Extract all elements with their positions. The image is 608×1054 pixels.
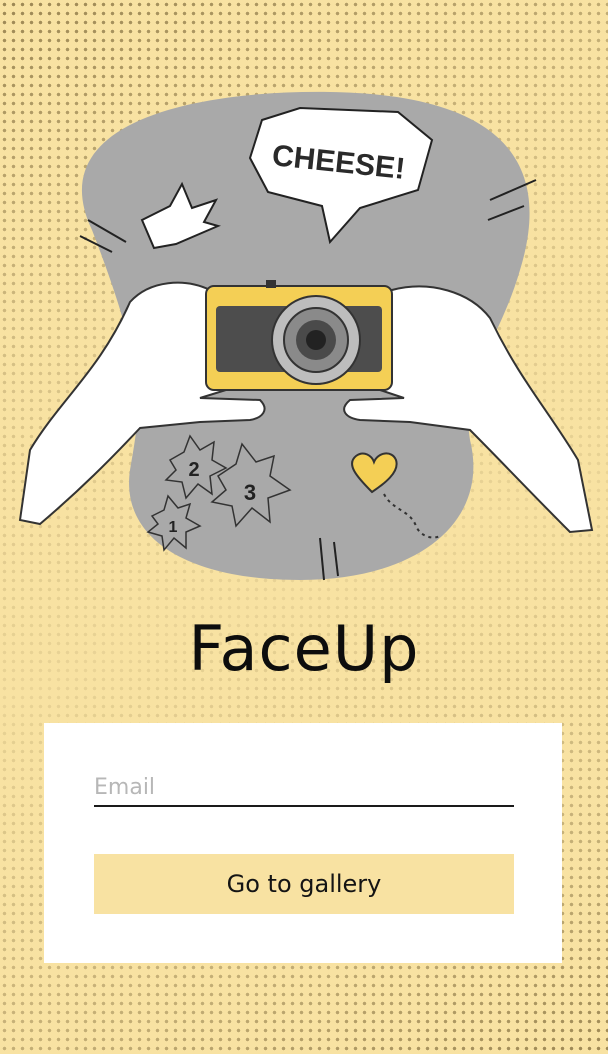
svg-text:1: 1: [169, 519, 178, 536]
go-to-gallery-button[interactable]: Go to gallery: [94, 854, 514, 914]
camera-illustration: CHEESE! 2 3 1: [18, 91, 594, 581]
login-card: Go to gallery: [44, 723, 562, 963]
svg-text:3: 3: [244, 480, 256, 505]
email-input[interactable]: [94, 769, 514, 807]
app-title: FaceUp: [188, 612, 420, 685]
svg-text:2: 2: [188, 459, 199, 481]
